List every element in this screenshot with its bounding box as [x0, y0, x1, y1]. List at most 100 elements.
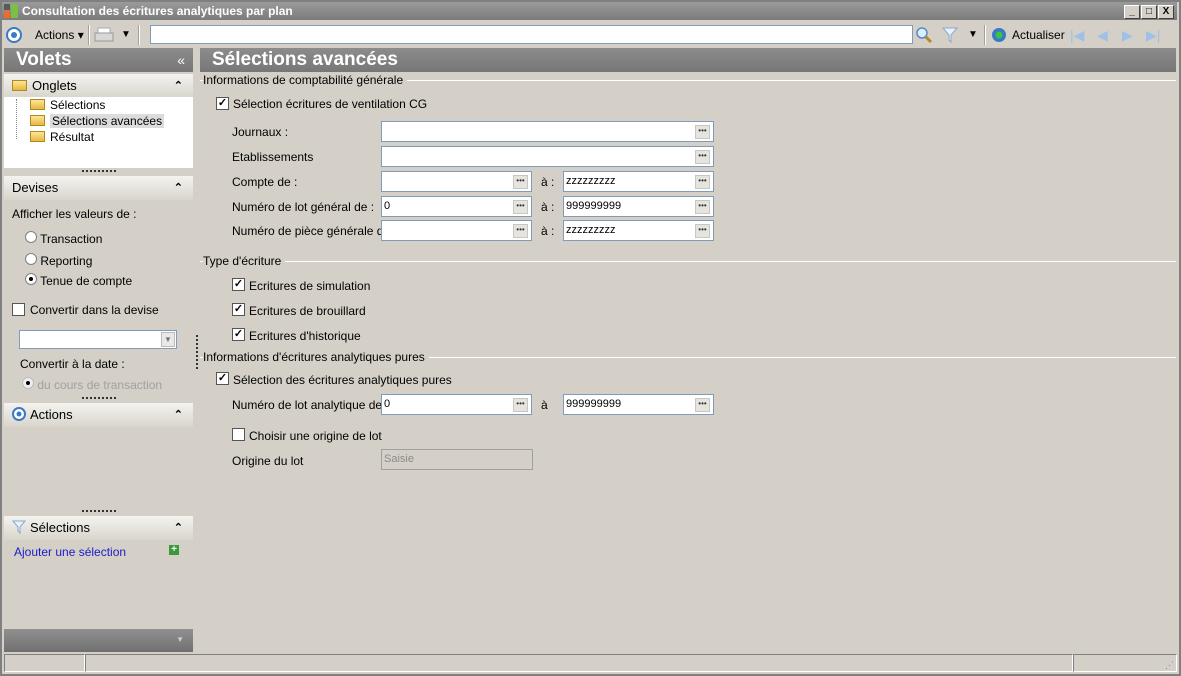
- search-input[interactable]: [150, 25, 913, 44]
- ellipsis-button[interactable]: •••: [695, 398, 710, 412]
- input-value: 999999999: [566, 398, 622, 410]
- ellipsis-button[interactable]: •••: [513, 200, 528, 214]
- input-value: 0: [384, 200, 391, 212]
- divider: [200, 261, 1176, 262]
- print-icon[interactable]: [94, 27, 114, 43]
- devises-header[interactable]: Devises ⌃: [4, 176, 193, 200]
- convertir-checkbox[interactable]: [12, 303, 25, 316]
- minimize-button[interactable]: _: [1124, 5, 1140, 19]
- convertir-label: Convertir dans la devise: [30, 303, 159, 317]
- ellipsis-button[interactable]: •••: [695, 125, 710, 139]
- to-label: à :: [541, 175, 555, 189]
- maximize-button[interactable]: □: [1141, 5, 1157, 19]
- ellipsis-button[interactable]: •••: [695, 224, 710, 238]
- ellipsis-button[interactable]: •••: [513, 175, 528, 189]
- collapse-icon[interactable]: «: [177, 48, 185, 72]
- onglets-tree: Sélections Sélections avancées Résultat: [4, 97, 193, 168]
- splitter-handle[interactable]: [82, 510, 116, 513]
- close-button[interactable]: X: [1158, 5, 1174, 19]
- compte-from-input[interactable]: •••: [381, 171, 532, 192]
- devise-select[interactable]: ▼: [19, 330, 177, 349]
- print-dropdown-icon[interactable]: ▼: [121, 22, 131, 48]
- input-value: zzzzzzzzz: [566, 175, 616, 187]
- group-type-title: Type d'écriture: [203, 255, 286, 267]
- simulation-checkbox[interactable]: ✓: [232, 278, 245, 291]
- origine-label: Origine du lot: [232, 454, 304, 468]
- lot-analytique-from-input[interactable]: 0 •••: [381, 394, 532, 415]
- tree-item-selections-avancees[interactable]: Sélections avancées: [30, 113, 165, 129]
- refresh-button[interactable]: Actualiser: [1012, 22, 1065, 48]
- ellipsis-button[interactable]: •••: [695, 150, 710, 164]
- historique-checkbox[interactable]: ✓: [232, 328, 245, 341]
- ellipsis-button[interactable]: •••: [695, 200, 710, 214]
- lot-general-label: Numéro de lot général de :: [232, 200, 375, 214]
- add-icon[interactable]: +: [169, 545, 179, 555]
- window-title: Consultation des écritures analytiques p…: [22, 4, 293, 18]
- main-header: Sélections avancées: [200, 48, 1176, 72]
- search-icon[interactable]: [915, 26, 933, 44]
- onglets-header[interactable]: Onglets ⌃: [4, 74, 193, 98]
- actions-header[interactable]: Actions ⌃: [4, 403, 193, 427]
- origine-input[interactable]: Saisie: [381, 449, 533, 470]
- analytique-checkbox[interactable]: ✓: [216, 372, 229, 385]
- lot-general-to-input[interactable]: 999999999 •••: [563, 196, 714, 217]
- journaux-input[interactable]: •••: [381, 121, 714, 142]
- compte-to-input[interactable]: zzzzzzzzz •••: [563, 171, 714, 192]
- splitter-handle[interactable]: [82, 397, 116, 400]
- tree-item-selections[interactable]: Sélections: [30, 97, 105, 113]
- lot-analytique-to-input[interactable]: 999999999 •••: [563, 394, 714, 415]
- actions-menu[interactable]: Actions ▾: [35, 22, 84, 48]
- piece-from-input[interactable]: •••: [381, 220, 532, 241]
- separator: [138, 25, 140, 45]
- vertical-splitter[interactable]: [196, 335, 198, 369]
- folder-open-icon: [30, 115, 45, 126]
- first-icon[interactable]: |◀: [1070, 22, 1084, 48]
- afficher-label: Afficher les valeurs de :: [12, 207, 137, 221]
- collapse-up-icon[interactable]: ⌃: [174, 74, 183, 98]
- radio-label: du cours de transaction: [37, 378, 163, 392]
- refresh-icon[interactable]: [991, 27, 1007, 43]
- tree-item-resultat[interactable]: Résultat: [30, 129, 94, 145]
- piece-to-input[interactable]: zzzzzzzzz •••: [563, 220, 714, 241]
- volets-title: Volets: [16, 49, 72, 70]
- selections-header[interactable]: Sélections ⌃: [4, 516, 193, 540]
- radio-cours-transaction[interactable]: du cours de transaction: [22, 377, 162, 392]
- radio-reporting[interactable]: Reporting: [25, 253, 92, 268]
- collapse-up-icon[interactable]: ⌃: [174, 176, 183, 200]
- collapse-up-icon[interactable]: ⌃: [174, 403, 183, 427]
- to-label: à :: [541, 224, 555, 238]
- to-label: à: [541, 398, 548, 412]
- filter-icon[interactable]: [942, 26, 958, 44]
- tree-item-label: Sélections: [50, 98, 106, 112]
- tree-item-label: Sélections avancées: [50, 114, 165, 128]
- resize-grip-icon[interactable]: ⋰: [1165, 660, 1174, 671]
- radio-checked-icon: [25, 273, 37, 285]
- last-icon[interactable]: ▶|: [1146, 22, 1160, 48]
- piece-label: Numéro de pièce générale de :: [232, 224, 397, 238]
- journaux-label: Journaux :: [232, 125, 289, 139]
- ellipsis-button[interactable]: •••: [513, 398, 528, 412]
- chevron-down-icon[interactable]: ▼: [176, 635, 184, 644]
- cg-checkbox[interactable]: ✓: [216, 97, 229, 110]
- next-icon[interactable]: ▶: [1122, 22, 1133, 48]
- status-cell: ⋰: [1073, 654, 1177, 672]
- filter-dropdown-icon[interactable]: ▼: [968, 22, 978, 48]
- radio-tenue-de-compte[interactable]: Tenue de compte: [25, 273, 132, 288]
- status-cell: [4, 654, 85, 672]
- date-label: Convertir à la date :: [20, 357, 125, 371]
- collapse-up-icon[interactable]: ⌃: [174, 516, 183, 540]
- radio-transaction[interactable]: Transaction: [25, 231, 102, 246]
- ellipsis-button[interactable]: •••: [695, 175, 710, 189]
- lot-general-from-input[interactable]: 0 •••: [381, 196, 532, 217]
- brouillard-checkbox[interactable]: ✓: [232, 303, 245, 316]
- splitter-handle[interactable]: [82, 170, 116, 173]
- ellipsis-button[interactable]: •••: [513, 224, 528, 238]
- target-icon[interactable]: [6, 27, 22, 43]
- etablissements-input[interactable]: •••: [381, 146, 714, 167]
- chevron-down-icon[interactable]: ▼: [161, 332, 175, 347]
- add-selection-link[interactable]: Ajouter une sélection: [14, 545, 126, 559]
- origine-checkbox[interactable]: [232, 428, 245, 441]
- input-value: 999999999: [566, 200, 622, 212]
- previous-icon[interactable]: ◀: [1097, 22, 1108, 48]
- cg-check-label: Sélection écritures de ventilation CG: [233, 97, 428, 111]
